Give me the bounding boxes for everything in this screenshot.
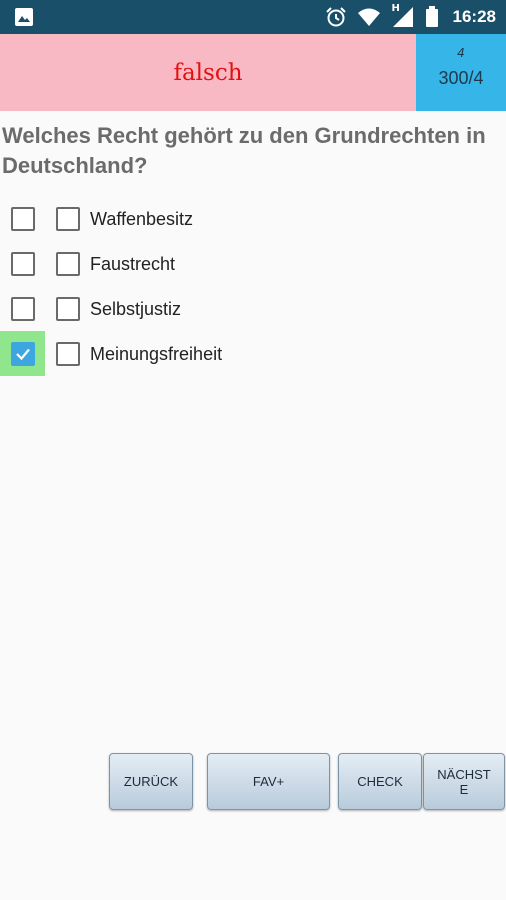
next-button[interactable]: NÄCHST E [423, 753, 505, 810]
answer-result-indicator-correct [0, 331, 45, 376]
result-checkbox [11, 252, 35, 276]
result-checkbox [11, 297, 35, 321]
result-text: falsch [173, 59, 243, 86]
next-button-label-line1: NÄCHST [437, 766, 491, 782]
answer-result-indicator [0, 196, 45, 241]
answer-checkbox[interactable] [56, 297, 80, 321]
next-button-label-line2: E [459, 781, 469, 797]
answer-row: Selbstjustiz [0, 286, 506, 331]
answer-label[interactable]: Selbstjustiz [90, 297, 181, 321]
answer-row: Faustrecht [0, 241, 506, 286]
question-text: Welches Recht gehört zu den Grundrechten… [2, 123, 486, 178]
answer-checkbox[interactable] [56, 342, 80, 366]
favorite-button-label: FAV+ [252, 774, 285, 789]
answer-checkbox[interactable] [56, 252, 80, 276]
answer-result-indicator [0, 286, 45, 331]
answer-list: Waffenbesitz Faustrecht Selbstjustiz Mei… [0, 196, 506, 376]
status-bar: H 16:28 [0, 0, 506, 34]
answer-row: Waffenbesitz [0, 196, 506, 241]
back-button[interactable]: ZURÜCK [109, 753, 193, 810]
network-type-label: H [391, 3, 400, 14]
favorite-button[interactable]: FAV+ [207, 753, 330, 810]
answer-checkbox[interactable] [56, 207, 80, 231]
counter-small: 4 [457, 46, 465, 60]
answer-label[interactable]: Faustrecht [90, 252, 175, 276]
result-checkbox [11, 342, 35, 366]
counter-main: 300/4 [438, 68, 484, 88]
battery-icon [425, 6, 438, 27]
signal-icon: H [391, 3, 415, 29]
wifi-icon [357, 8, 380, 26]
image-icon [15, 8, 33, 26]
check-button[interactable]: CHECK [338, 753, 422, 810]
question-counter: 4 300/4 [416, 34, 506, 111]
answer-label[interactable]: Meinungsfreiheit [90, 342, 222, 366]
back-button-label: ZURÜCK [123, 774, 179, 789]
checkmark-icon [16, 348, 30, 361]
answer-row: Meinungsfreiheit [0, 331, 506, 376]
result-checkbox [11, 207, 35, 231]
answer-label[interactable]: Waffenbesitz [90, 207, 193, 231]
status-time: 16:28 [452, 7, 496, 26]
alarm-icon [325, 7, 346, 27]
check-button-label: CHECK [357, 774, 403, 789]
result-banner: falsch [0, 34, 416, 111]
answer-result-indicator [0, 241, 45, 286]
